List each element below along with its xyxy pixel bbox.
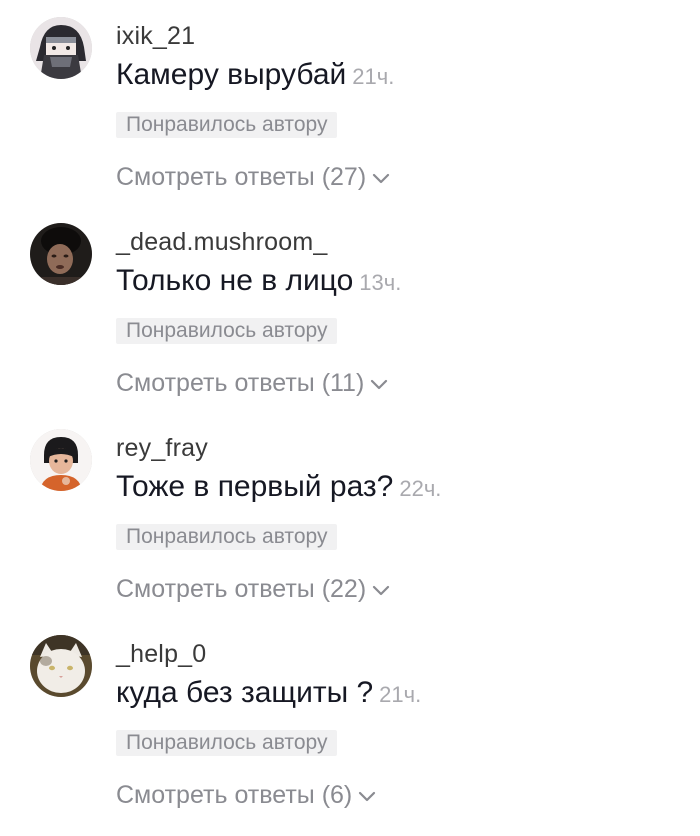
- cartoon-character-avatar-icon: [30, 429, 92, 491]
- chevron-down-icon: [370, 579, 392, 601]
- liked-by-creator-badge: Понравилось автору: [116, 730, 338, 756]
- username[interactable]: rey_fray: [116, 434, 208, 463]
- comment-text: Тоже в первый раз?: [116, 470, 394, 503]
- avatar[interactable]: [30, 635, 92, 697]
- view-replies-button[interactable]: Смотреть ответы (11): [116, 369, 390, 398]
- view-replies-button[interactable]: Смотреть ответы (27): [116, 163, 392, 192]
- comment-text-line: куда без защиты ? 21ч.: [116, 676, 421, 710]
- view-replies-label: Смотреть ответы (27): [116, 163, 367, 191]
- comment-item: _dead.mushroom_ Только не в лицо 13ч. Пон…: [0, 206, 700, 411]
- timestamp: 21ч.: [352, 64, 395, 89]
- timestamp: 13ч.: [359, 270, 402, 295]
- chevron-down-icon: [370, 167, 392, 189]
- view-replies-button[interactable]: Смотреть ответы (6): [116, 781, 378, 810]
- avatar[interactable]: [30, 17, 92, 79]
- comment-text: куда без защиты ?: [116, 676, 374, 709]
- username[interactable]: _dead.mushroom_: [116, 228, 327, 257]
- liked-by-creator-badge: Понравилось автору: [116, 524, 338, 550]
- comment-text-line: Только не в лицо 13ч.: [116, 264, 401, 298]
- comment-item: ixik_21 Камеру вырубай 21ч. Понравилось а…: [0, 0, 700, 205]
- chevron-down-icon: [356, 785, 378, 807]
- comment-text: Только не в лицо: [116, 264, 354, 297]
- dark-photo-avatar-icon: [30, 223, 92, 285]
- comment-item: _help_0 куда без защиты ? 21ч. Понравилос…: [0, 618, 700, 823]
- anime-masked-avatar-icon: [30, 17, 92, 79]
- avatar[interactable]: [30, 223, 92, 285]
- timestamp: 22ч.: [399, 476, 442, 501]
- liked-by-creator-badge: Понравилось автору: [116, 318, 338, 344]
- comment-text-line: Камеру вырубай 21ч.: [116, 58, 394, 92]
- username[interactable]: _help_0: [116, 640, 206, 669]
- comment-text: Камеру вырубай: [116, 58, 347, 91]
- chevron-down-icon: [368, 373, 390, 395]
- cat-photo-avatar-icon: [30, 635, 92, 697]
- view-replies-label: Смотреть ответы (11): [116, 369, 365, 397]
- username[interactable]: ixik_21: [116, 22, 195, 51]
- comment-text-line: Тоже в первый раз? 22ч.: [116, 470, 441, 504]
- timestamp: 21ч.: [379, 682, 422, 707]
- avatar[interactable]: [30, 429, 92, 491]
- view-replies-label: Смотреть ответы (6): [116, 781, 353, 809]
- comment-item: rey_fray Тоже в первый раз? 22ч. Понравил…: [0, 412, 700, 617]
- view-replies-label: Смотреть ответы (22): [116, 575, 367, 603]
- view-replies-button[interactable]: Смотреть ответы (22): [116, 575, 392, 604]
- liked-by-creator-badge: Понравилось автору: [116, 112, 338, 138]
